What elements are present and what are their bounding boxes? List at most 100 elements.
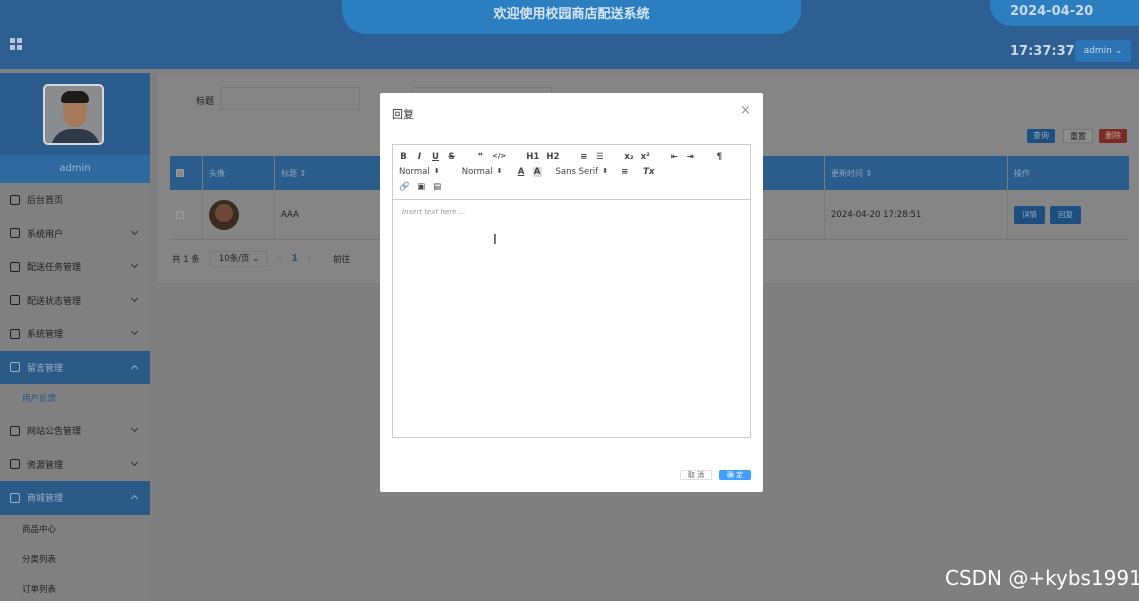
sidebar-item-messages[interactable]: 留言管理 [0, 350, 150, 384]
chevron-down-icon [130, 327, 139, 336]
cancel-button[interactable]: 取 消 [680, 470, 712, 480]
reply-button[interactable]: 回复 [1050, 205, 1081, 224]
align-icon[interactable]: ≡ [620, 167, 629, 177]
row-select-cell [170, 190, 203, 239]
blockquote-icon[interactable]: ❞ [476, 152, 485, 162]
rich-text-editor: B I U S ❞ </> H1 H2 ≡ ☰ x₂ x² ⇤ ⇥ ¶ Norm… [392, 144, 751, 438]
monitor-icon [10, 459, 20, 470]
outdent-icon[interactable]: ⇤ [670, 152, 679, 162]
column-header-actions: 操作 [1014, 168, 1030, 178]
sidebar-item-shop[interactable]: 商城管理 [0, 481, 150, 515]
sidebar-item-label: 资源管理 [27, 460, 64, 471]
sidebar-item-resources[interactable]: 资源管理 [0, 448, 150, 482]
goto-label: 前往 [333, 255, 351, 265]
chevron-down-icon [130, 227, 139, 235]
close-icon[interactable]: × [740, 103, 751, 118]
confirm-button[interactable]: 确 定 [719, 470, 751, 480]
page-size-select[interactable]: 10条/页 ⌄ [209, 251, 269, 267]
sidebar-item-label: 配送状态管理 [27, 296, 82, 307]
row-actions: 详情 回复 [1008, 190, 1129, 239]
column-header-avatar: 头像 [203, 156, 275, 190]
sidebar-item-system-manage[interactable]: 系统管理 [0, 317, 150, 351]
sidebar-item-label: 后台首页 [27, 196, 64, 207]
select-all-cell [170, 156, 203, 190]
bookmark-icon [10, 261, 20, 272]
user-menu-button[interactable]: admin ⌄ [1075, 40, 1131, 62]
sidebar-subitem-orders[interactable]: 订单列表 [0, 575, 150, 601]
editor-toolbar: B I U S ❞ </> H1 H2 ≡ ☰ x₂ x² ⇤ ⇥ ¶ Norm… [393, 145, 750, 200]
sidebar-item-label: 配送任务管理 [27, 263, 82, 274]
sidebar-item-system-users[interactable]: 系统用户 [0, 217, 150, 251]
sidebar-item-delivery-status[interactable]: 配送状态管理 [0, 284, 150, 318]
sidebar-item-home[interactable]: 后台首页 [0, 183, 150, 217]
editor-placeholder: Insert text here ... [402, 208, 466, 216]
row-avatar-cell [203, 190, 275, 239]
message-icon [10, 362, 20, 373]
ordered-list-icon[interactable]: ≡ [579, 152, 588, 162]
sidebar-item-delivery-tasks[interactable]: 配送任务管理 [0, 250, 150, 284]
indent-icon[interactable]: ⇥ [686, 152, 695, 162]
header-picker[interactable]: Normal [399, 167, 440, 177]
monitor-icon [10, 228, 20, 239]
text-cursor-icon: I [493, 233, 497, 248]
shop-icon [10, 492, 20, 503]
total-count: 共 1 条 [172, 255, 200, 265]
code-icon[interactable]: </> [492, 152, 506, 162]
avatar [43, 84, 104, 145]
system-title: 欢迎使用校园商店配送系统 [342, 0, 801, 34]
reset-button[interactable]: 重置 [1063, 129, 1093, 143]
select-all-checkbox[interactable] [176, 169, 184, 177]
chevron-down-icon [130, 294, 139, 302]
pagination: 共 1 条 10条/页 ⌄ ‹ 1 › 前往 [172, 251, 350, 267]
menu-grid-icon[interactable] [10, 38, 23, 51]
link-icon[interactable]: 🔗 [399, 182, 410, 192]
sidebar-item-announcements[interactable]: 网站公告管理 [0, 414, 150, 448]
italic-icon[interactable]: I [415, 152, 424, 162]
heading1-icon[interactable]: H1 [526, 152, 539, 162]
bullet-list-icon[interactable]: ☰ [595, 152, 604, 162]
heading2-icon[interactable]: H2 [546, 152, 559, 162]
prev-page-button[interactable]: ‹ [278, 254, 281, 264]
next-page-button[interactable]: › [308, 254, 311, 264]
sidebar-subitem-feedback[interactable]: 用户反馈 [0, 384, 150, 414]
home-icon [10, 194, 20, 205]
text-direction-icon[interactable]: ¶ [715, 152, 724, 162]
dialog-title: 回复 [392, 108, 414, 121]
chevron-down-icon [130, 260, 139, 269]
datetime-display: 2024-04-20 17:37:37 [990, 0, 1139, 59]
detail-button[interactable]: 详情 [1014, 205, 1045, 224]
sidebar-item-label: 系统用户 [27, 229, 64, 240]
sidebar-subitem-products[interactable]: 商品中心 [0, 515, 150, 545]
search-label: 标题 [196, 97, 215, 107]
size-picker[interactable]: Normal [462, 167, 503, 177]
toolbar-row-3: 🔗 ▣ ▤ [399, 179, 744, 194]
clipboard-icon [10, 425, 20, 436]
clear-format-icon[interactable]: Tx [643, 167, 654, 177]
superscript-icon[interactable]: x² [641, 152, 650, 162]
video-icon[interactable]: ▤ [433, 182, 442, 192]
editor-content[interactable]: Insert text here ... I [393, 200, 750, 438]
row-updated: 2024-04-20 17:28:51 [825, 190, 1008, 239]
title-search-input[interactable] [220, 87, 360, 110]
image-icon[interactable]: ▣ [417, 182, 426, 192]
background-color-icon[interactable]: A [532, 166, 542, 177]
chevron-down-icon [130, 458, 139, 466]
row-checkbox[interactable] [176, 210, 184, 219]
underline-icon[interactable]: U [431, 152, 440, 162]
column-header-updated[interactable]: 更新时间 ⇕ [825, 156, 1008, 190]
query-button[interactable]: 查询 [1027, 129, 1055, 143]
bold-icon[interactable]: B [399, 152, 408, 162]
font-color-icon[interactable]: A [517, 167, 526, 177]
chevron-up-icon [130, 494, 139, 503]
font-picker[interactable]: Sans Serif [556, 167, 609, 177]
delete-button[interactable]: 删除 [1099, 129, 1127, 143]
top-header: 欢迎使用校园商店配送系统 2024-04-20 17:37:37 admin ⌄ [0, 0, 1139, 69]
toolbar-row-2: Normal Normal A A Sans Serif ≡ Tx [399, 164, 744, 179]
sidebar-item-label: 留言管理 [27, 363, 64, 374]
sidebar-subitem-categories[interactable]: 分类列表 [0, 545, 150, 575]
watermark: CSDN @+kybs1991 [945, 566, 1139, 590]
strike-icon[interactable]: S [447, 152, 456, 162]
subscript-icon[interactable]: x₂ [624, 152, 633, 162]
page-number[interactable]: 1 [292, 254, 298, 264]
sidebar-item-label: 网站公告管理 [27, 427, 82, 438]
